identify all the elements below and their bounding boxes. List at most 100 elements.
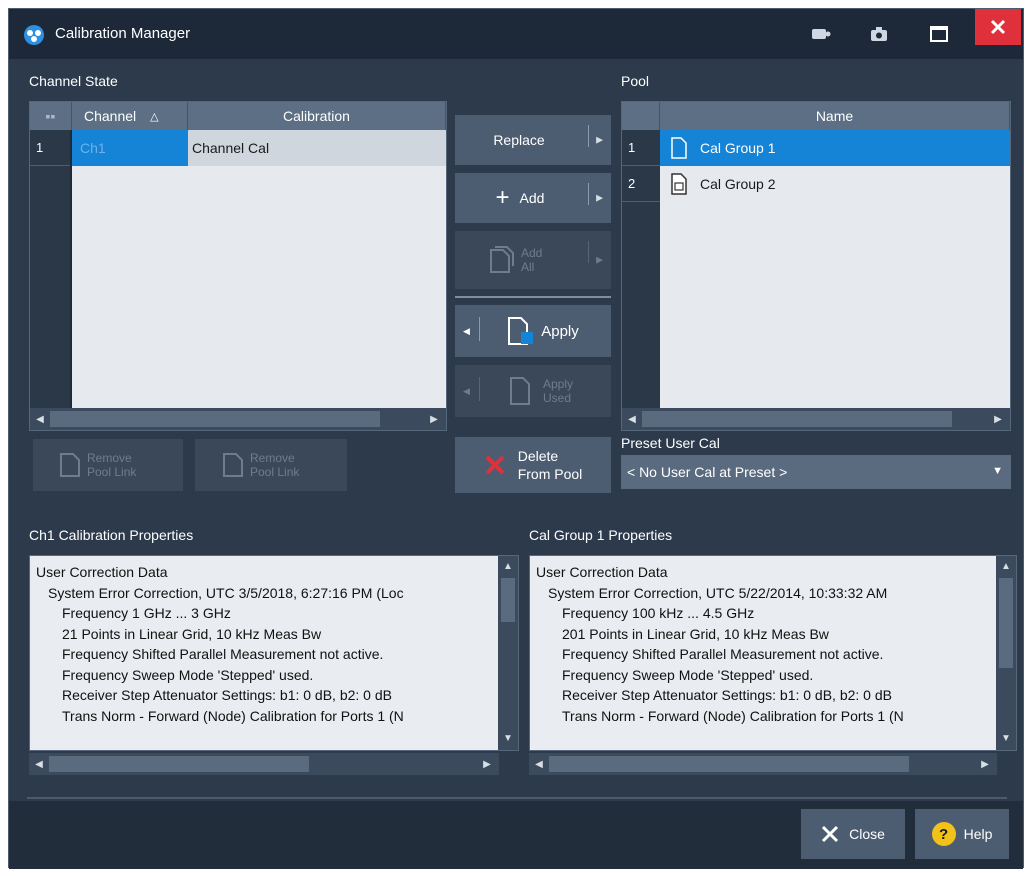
prop-line: System Error Correction, UTC 3/5/2018, 6… <box>48 584 404 601</box>
group-properties-hscrollbar[interactable]: ◀ ▶ <box>529 753 997 775</box>
prop-line: Frequency Sweep Mode 'Stepped' used. <box>62 666 314 683</box>
channel-table-hscrollbar[interactable]: ◀ ▶ <box>30 408 446 430</box>
apply-used-icon <box>510 377 530 405</box>
camera-icon[interactable] <box>861 19 897 49</box>
close-icon[interactable] <box>975 9 1021 45</box>
apply-button[interactable]: ◀ Apply <box>455 305 611 357</box>
group-properties-vscrollbar[interactable]: ▲ ▼ <box>996 556 1016 750</box>
channel-cell[interactable]: Ch1 <box>72 130 188 166</box>
preset-user-cal-label: Preset User Cal <box>621 435 720 451</box>
delete-from-pool-button[interactable]: Delete From Pool <box>455 437 611 493</box>
footer-bar: Close ? Help <box>9 801 1023 869</box>
file-icon <box>60 453 80 477</box>
ch1-properties-box[interactable]: User Correction Data System Error Correc… <box>29 555 519 751</box>
calibration-cell[interactable]: Channel Cal <box>188 130 446 166</box>
channel-state-table: ▪▪ Channel △ Calibration 1 Ch1 Channel C… <box>29 101 447 431</box>
row-number-empty <box>30 166 70 410</box>
preset-user-cal-select[interactable]: < No User Cal at Preset > ▼ <box>621 455 1011 489</box>
prop-line: 201 Points in Linear Grid, 10 kHz Meas B… <box>562 625 829 642</box>
channel-column-header[interactable]: Channel △ <box>72 102 188 130</box>
calibration-column-label: Calibration <box>283 108 350 124</box>
record-icon[interactable] <box>803 19 839 49</box>
calibration-manager-window: Calibration Manager Channel State ▪▪ Cha… <box>8 8 1024 869</box>
document-icon <box>490 246 514 273</box>
help-button[interactable]: ? Help <box>915 809 1009 859</box>
scroll-thumb[interactable] <box>501 578 515 622</box>
close-button[interactable]: Close <box>801 809 905 859</box>
add-all-label: Add All <box>521 246 543 274</box>
pool-row[interactable]: Cal Group 2 <box>660 166 1010 202</box>
add-all-button[interactable]: Add All ▶ <box>455 231 611 289</box>
row-number[interactable]: 1 <box>622 130 660 166</box>
channel-state-label: Channel State <box>29 73 118 89</box>
scroll-left-icon[interactable]: ◀ <box>32 408 48 430</box>
row-number[interactable]: 1 <box>30 130 70 166</box>
scroll-right-icon[interactable]: ▶ <box>479 753 495 775</box>
channel-column-label: Channel <box>84 108 137 124</box>
sort-asc-icon[interactable]: △ <box>150 110 158 123</box>
ch1-properties-hscrollbar[interactable]: ◀ ▶ <box>29 753 499 775</box>
apply-used-button[interactable]: ◀ Apply Used <box>455 365 611 417</box>
name-column-header[interactable]: Name <box>660 102 1010 130</box>
pool-table-body: Cal Group 1 Cal Group 2 <box>660 130 1010 410</box>
group-properties-box[interactable]: User Correction Data System Error Correc… <box>529 555 1017 751</box>
replace-label: Replace <box>493 132 545 148</box>
scroll-left-icon[interactable]: ◀ <box>531 753 547 775</box>
prop-line: Trans Norm - Forward (Node) Calibration … <box>562 707 904 724</box>
scroll-thumb[interactable] <box>999 578 1013 668</box>
close-label: Close <box>849 826 885 842</box>
scroll-right-icon[interactable]: ▶ <box>977 753 993 775</box>
row-selector-header[interactable]: ▪▪ <box>30 102 72 130</box>
scroll-down-icon[interactable]: ▼ <box>498 730 518 748</box>
prop-line: Frequency 100 kHz ... 4.5 GHz <box>562 605 755 621</box>
scroll-thumb[interactable] <box>642 411 952 427</box>
prop-line: Frequency Shifted Parallel Measurement n… <box>562 646 884 662</box>
ch1-properties-vscrollbar[interactable]: ▲ ▼ <box>498 556 518 750</box>
dropdown-arrow-icon[interactable]: ▼ <box>992 465 1003 477</box>
file-icon <box>671 137 687 159</box>
help-icon: ? <box>931 822 956 846</box>
arrow-right-icon: ▶ <box>596 134 603 145</box>
scroll-right-icon[interactable]: ▶ <box>990 408 1006 430</box>
add-button[interactable]: + Add ▶ <box>455 173 611 223</box>
channel-table-body: Ch1 Channel Cal <box>72 130 446 410</box>
remove-pool-link-button[interactable]: Remove Pool Link <box>33 439 183 491</box>
prop-line: Frequency 1 GHz ... 3 GHz <box>62 605 231 621</box>
prop-line: Frequency Shifted Parallel Measurement n… <box>62 646 384 662</box>
scroll-down-icon[interactable]: ▼ <box>996 730 1016 748</box>
calibration-column-header[interactable]: Calibration <box>188 102 446 130</box>
delete-label: Delete <box>517 448 559 464</box>
close-icon <box>822 825 839 843</box>
scroll-left-icon[interactable]: ◀ <box>624 408 640 430</box>
ch1-properties-text: User Correction Data System Error Correc… <box>36 562 498 726</box>
pool-label: Pool <box>621 73 650 89</box>
scroll-up-icon[interactable]: ▲ <box>498 558 518 576</box>
prop-line: System Error Correction, UTC 5/22/2014, … <box>548 584 888 601</box>
prop-line: Trans Norm - Forward (Node) Calibration … <box>62 707 404 724</box>
pool-table: Name 1 2 Cal Group 1 Cal Group 2 ◀ ▶ <box>621 101 1011 431</box>
divider <box>455 296 611 298</box>
ch1-properties-label: Ch1 Calibration Properties <box>29 527 194 543</box>
add-label: Add <box>519 190 545 206</box>
row-number[interactable]: 2 <box>622 166 660 202</box>
pool-row-selected[interactable]: Cal Group 1 <box>660 130 1010 166</box>
remove-all-pool-links-button[interactable]: Remove Pool Link <box>195 439 347 491</box>
remove-pool-link-label: Remove Pool Link <box>87 451 137 479</box>
apply-icon <box>508 317 534 345</box>
scroll-thumb[interactable] <box>49 756 309 772</box>
row-number-empty <box>622 202 660 410</box>
pool-table-hscrollbar[interactable]: ◀ ▶ <box>622 408 1010 430</box>
scroll-thumb[interactable] <box>50 411 380 427</box>
row-selector-header[interactable] <box>622 102 660 130</box>
arrow-left-icon: ◀ <box>463 325 470 336</box>
scroll-up-icon[interactable]: ▲ <box>996 558 1016 576</box>
scroll-right-icon[interactable]: ▶ <box>426 408 442 430</box>
scroll-left-icon[interactable]: ◀ <box>31 753 47 775</box>
pool-name-cell: Cal Group 1 <box>700 140 776 156</box>
maximize-icon[interactable] <box>921 19 957 49</box>
prop-line: Receiver Step Attenuator Settings: b1: 0… <box>562 687 892 703</box>
replace-button[interactable]: Replace ▶ <box>455 115 611 165</box>
arrow-right-icon: ▶ <box>596 192 603 203</box>
scroll-thumb[interactable] <box>549 756 909 772</box>
preset-user-cal-value: < No User Cal at Preset > <box>627 464 788 480</box>
